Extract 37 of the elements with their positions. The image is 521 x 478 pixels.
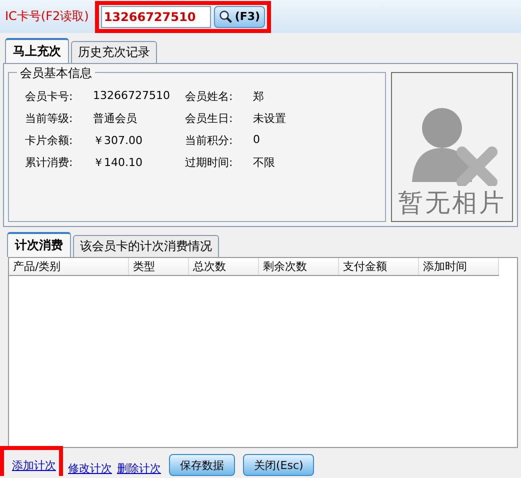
tab[interactable]: 该会员卡的计次消费情况 xyxy=(73,235,219,257)
field-label: 当前等级: xyxy=(25,111,74,126)
field-value: 郑 xyxy=(253,89,265,104)
card-label: IC卡号(F2读取) xyxy=(5,8,89,25)
field-label: 过期时间: xyxy=(185,155,234,170)
tab[interactable]: 马上充次 xyxy=(5,38,69,63)
link[interactable]: 添加计次 xyxy=(12,459,56,472)
column-header: 剩余次数 xyxy=(259,258,339,275)
field-label: 会员姓名: xyxy=(185,89,234,104)
field-value: 0 xyxy=(253,133,261,148)
link[interactable]: 修改计次 xyxy=(68,461,112,476)
field-label: 会员生日: xyxy=(185,111,234,126)
field-value: ￥140.10 xyxy=(93,155,144,170)
column-header: 产品/类别 xyxy=(9,258,129,275)
tab[interactable]: 历史充次记录 xyxy=(71,41,157,63)
search-button[interactable]: (F3) xyxy=(214,6,266,28)
field-value: ￥307.00 xyxy=(93,133,144,148)
group-title: 会员基本信息 xyxy=(17,65,95,82)
card-number-field[interactable]: 13266727510 xyxy=(100,6,211,28)
search-icon xyxy=(218,10,233,24)
action-button[interactable]: 保存数据 xyxy=(169,454,235,476)
photo-caption: 暂无相片 xyxy=(398,187,506,219)
field-label: 累计消费: xyxy=(25,155,74,170)
column-header: 总次数 xyxy=(189,258,259,275)
field-label: 当前积分: xyxy=(185,133,234,148)
column-header: 添加时间 xyxy=(419,258,499,275)
field-label: 会员卡号: xyxy=(25,89,74,104)
field-value: 未设置 xyxy=(253,111,287,126)
tab[interactable]: 计次消费 xyxy=(7,232,71,257)
field-value: 不限 xyxy=(253,155,276,170)
column-header: 类型 xyxy=(129,258,189,275)
column-header: 支付金额 xyxy=(339,258,419,275)
action-button[interactable]: 关闭(Esc) xyxy=(243,454,314,476)
field-label: 卡片余额: xyxy=(25,133,74,148)
field-value: 13266727510 xyxy=(93,89,171,104)
field-value: 普通会员 xyxy=(93,111,138,126)
link[interactable]: 删除计次 xyxy=(117,461,161,476)
